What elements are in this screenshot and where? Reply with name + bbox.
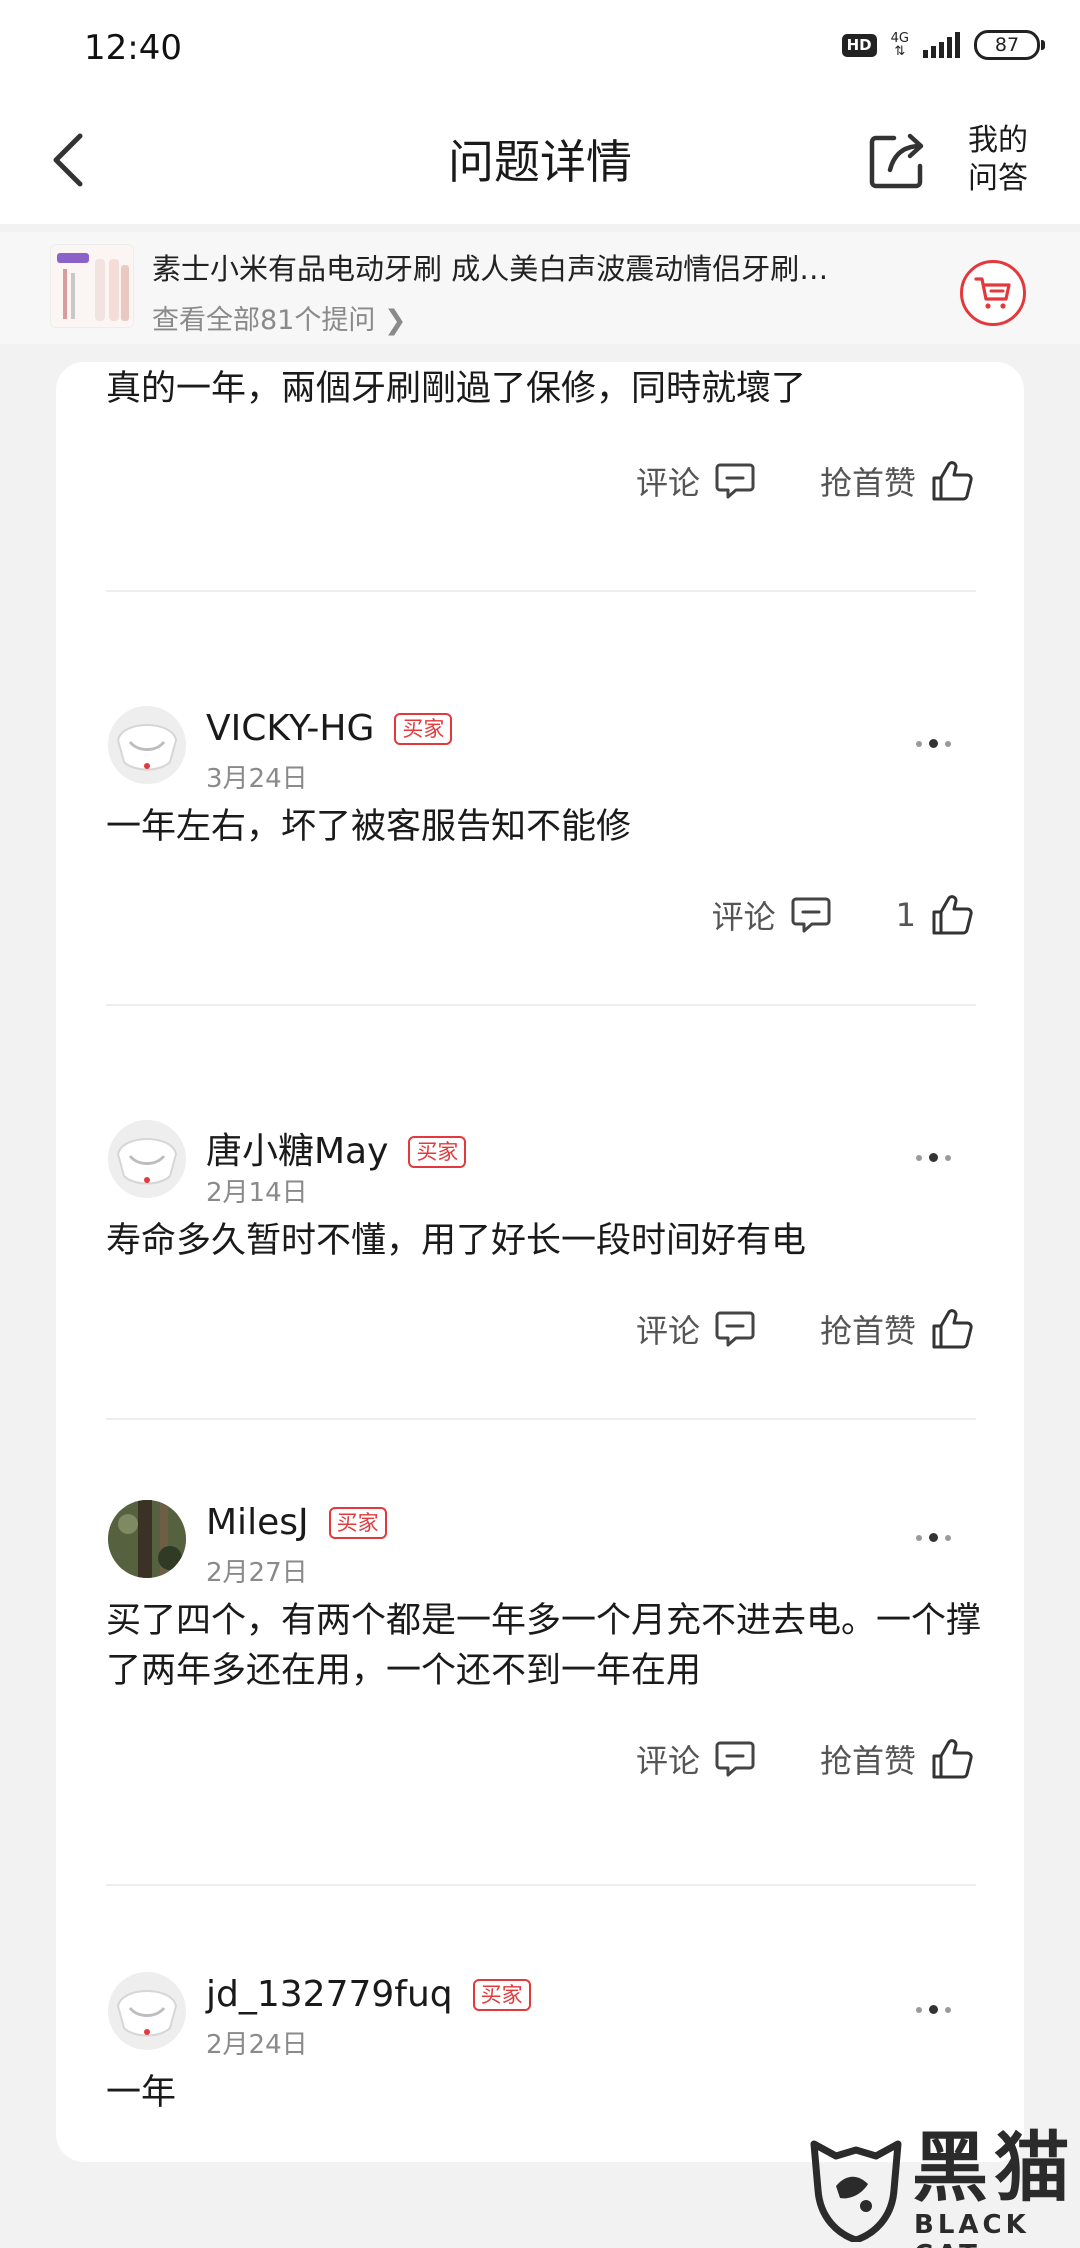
like-label: 抢首赞 xyxy=(819,464,916,502)
comment-label: 评论 xyxy=(635,1742,700,1780)
user-name: VICKY-HG 买家 xyxy=(206,708,453,749)
more-options-button[interactable] xyxy=(916,2005,951,2014)
like-label: 抢首赞 xyxy=(819,1312,916,1350)
avatar[interactable] xyxy=(108,1120,186,1198)
default-avatar-icon xyxy=(108,1972,186,2050)
my-qa-button[interactable]: 我的问答 xyxy=(960,122,1036,198)
thumbs-up-icon xyxy=(932,461,973,501)
comment-button[interactable]: 评论 xyxy=(636,1306,756,1352)
product-bar[interactable]: 素士小米有品电动牙刷 成人美白声波震动情侣牙刷… 查看全部81个提问 ❯ xyxy=(0,232,1080,344)
comment-button[interactable]: 评论 xyxy=(636,1736,756,1782)
user-name: 唐小糖May 买家 xyxy=(206,1122,467,1174)
comment-icon xyxy=(791,897,831,933)
avatar[interactable] xyxy=(108,706,186,784)
thumbs-up-icon xyxy=(932,1309,973,1349)
battery-level: 87 xyxy=(994,34,1020,56)
answer-text: 一年 xyxy=(106,2073,177,2113)
more-options-button[interactable] xyxy=(916,1533,951,1542)
answer-actions: 评论 抢首赞 xyxy=(636,1306,974,1352)
answer-item: VICKY-HG 买家 3月24日 一年左右，坏了被客服告知不能修 评论 1 xyxy=(56,592,1024,1006)
buyer-badge: 买家 xyxy=(408,1136,467,1168)
data-arrows-icon: ⇅ xyxy=(894,44,906,59)
answer-actions: 评论 抢首赞 xyxy=(636,1736,974,1782)
cart-icon xyxy=(974,277,1011,309)
network-indicator: 4G ⇅ xyxy=(891,32,909,58)
more-dots-icon xyxy=(916,1534,922,1541)
hd-badge: HD xyxy=(841,33,877,57)
signal-strength-icon xyxy=(923,32,960,58)
default-avatar-icon xyxy=(108,1120,186,1198)
like-count: 1 xyxy=(895,896,916,934)
answer-item: 唐小糖May 买家 2月14日 寿命多久暂时不懂，用了好长一段时间好有电 评论 抢… xyxy=(56,1006,1024,1420)
default-avatar-icon xyxy=(108,706,186,784)
answer-text: 寿命多久暂时不懂，用了好长一段时间好有电 xyxy=(106,1221,807,1261)
comment-icon xyxy=(715,1741,755,1777)
product-thumbnail[interactable] xyxy=(50,244,134,328)
more-dots-icon xyxy=(916,1154,922,1161)
answer-item: 真的一年，兩個牙刷剛過了保修，同時就壞了 评论 抢首赞 xyxy=(56,362,1024,592)
like-button[interactable]: 抢首赞 xyxy=(820,458,974,504)
answer-actions: 评论 1 xyxy=(712,892,974,938)
watermark-en: BLACK CAT xyxy=(914,2210,1030,2248)
status-indicators: HD 4G ⇅ 87 xyxy=(841,30,1045,60)
avatar[interactable] xyxy=(108,1500,186,1578)
user-photo-avatar-icon xyxy=(108,1500,186,1578)
nav-header: 问题详情 我的问答 xyxy=(0,100,1080,224)
answer-date: 3月24日 xyxy=(206,764,308,794)
more-options-button[interactable] xyxy=(916,1153,951,1162)
watermark-cn: 黑猫 xyxy=(912,2123,1076,2212)
status-bar: 12:40 HD 4G ⇅ 87 xyxy=(0,0,1080,100)
thumbs-up-icon xyxy=(932,895,973,935)
watermark: 黑猫 BLACK CAT xyxy=(806,2126,1080,2248)
comment-label: 评论 xyxy=(635,464,700,502)
answer-item: MilesJ 买家 2月27日 买了四个，有两个都是一年多一个月充不进去电。一个撑… xyxy=(56,1420,1024,1886)
product-image-icon xyxy=(51,245,133,327)
user-name: jd_132779fuq 买家 xyxy=(206,1974,531,2015)
share-icon xyxy=(869,133,924,189)
black-cat-logo-icon xyxy=(810,2140,902,2242)
more-dots-icon xyxy=(916,2006,922,2013)
avatar[interactable] xyxy=(108,1972,186,2050)
share-button[interactable] xyxy=(864,128,930,194)
more-options-button[interactable] xyxy=(916,739,951,748)
thumbs-up-icon xyxy=(932,1739,973,1779)
buyer-badge: 买家 xyxy=(328,1507,387,1539)
like-label: 抢首赞 xyxy=(819,1742,916,1780)
answer-text: 真的一年，兩個牙刷剛過了保修，同時就壞了 xyxy=(106,369,807,409)
like-button[interactable]: 抢首赞 xyxy=(820,1736,974,1782)
answer-date: 2月24日 xyxy=(206,2030,308,2060)
answer-date: 2月14日 xyxy=(206,1178,308,1208)
like-button[interactable]: 1 xyxy=(896,893,974,937)
answer-item: jd_132779fuq 买家 2月24日 一年 xyxy=(56,1886,1024,2162)
more-dots-icon xyxy=(916,740,922,747)
product-name[interactable]: 素士小米有品电动牙刷 成人美白声波震动情侣牙刷… xyxy=(152,246,932,288)
comment-button[interactable]: 评论 xyxy=(712,892,832,938)
buyer-badge: 买家 xyxy=(394,713,453,745)
like-button[interactable]: 抢首赞 xyxy=(820,1306,974,1352)
comment-button[interactable]: 评论 xyxy=(636,458,756,504)
user-name: MilesJ 买家 xyxy=(206,1502,387,1543)
answer-text: 买了四个，有两个都是一年多一个月充不进去电。一个撑了两年多还在用，一个还不到一年… xyxy=(106,1601,982,1691)
comment-label: 评论 xyxy=(635,1312,700,1350)
status-time: 12:40 xyxy=(84,28,182,68)
battery-icon: 87 xyxy=(974,30,1045,60)
answer-date: 2月27日 xyxy=(206,1558,308,1588)
comment-label: 评论 xyxy=(711,898,776,936)
comment-icon xyxy=(715,1311,755,1347)
answers-card: 真的一年，兩個牙刷剛過了保修，同時就壞了 评论 抢首赞 VICKY-HG 买家 … xyxy=(56,362,1024,2162)
comment-icon xyxy=(715,463,755,499)
answer-text: 一年左右，坏了被客服告知不能修 xyxy=(106,807,632,847)
buyer-badge: 买家 xyxy=(472,1979,531,2011)
answer-actions: 评论 抢首赞 xyxy=(636,458,974,504)
cart-button[interactable] xyxy=(960,260,1026,326)
view-all-questions-link[interactable]: 查看全部81个提问 ❯ xyxy=(152,298,407,337)
